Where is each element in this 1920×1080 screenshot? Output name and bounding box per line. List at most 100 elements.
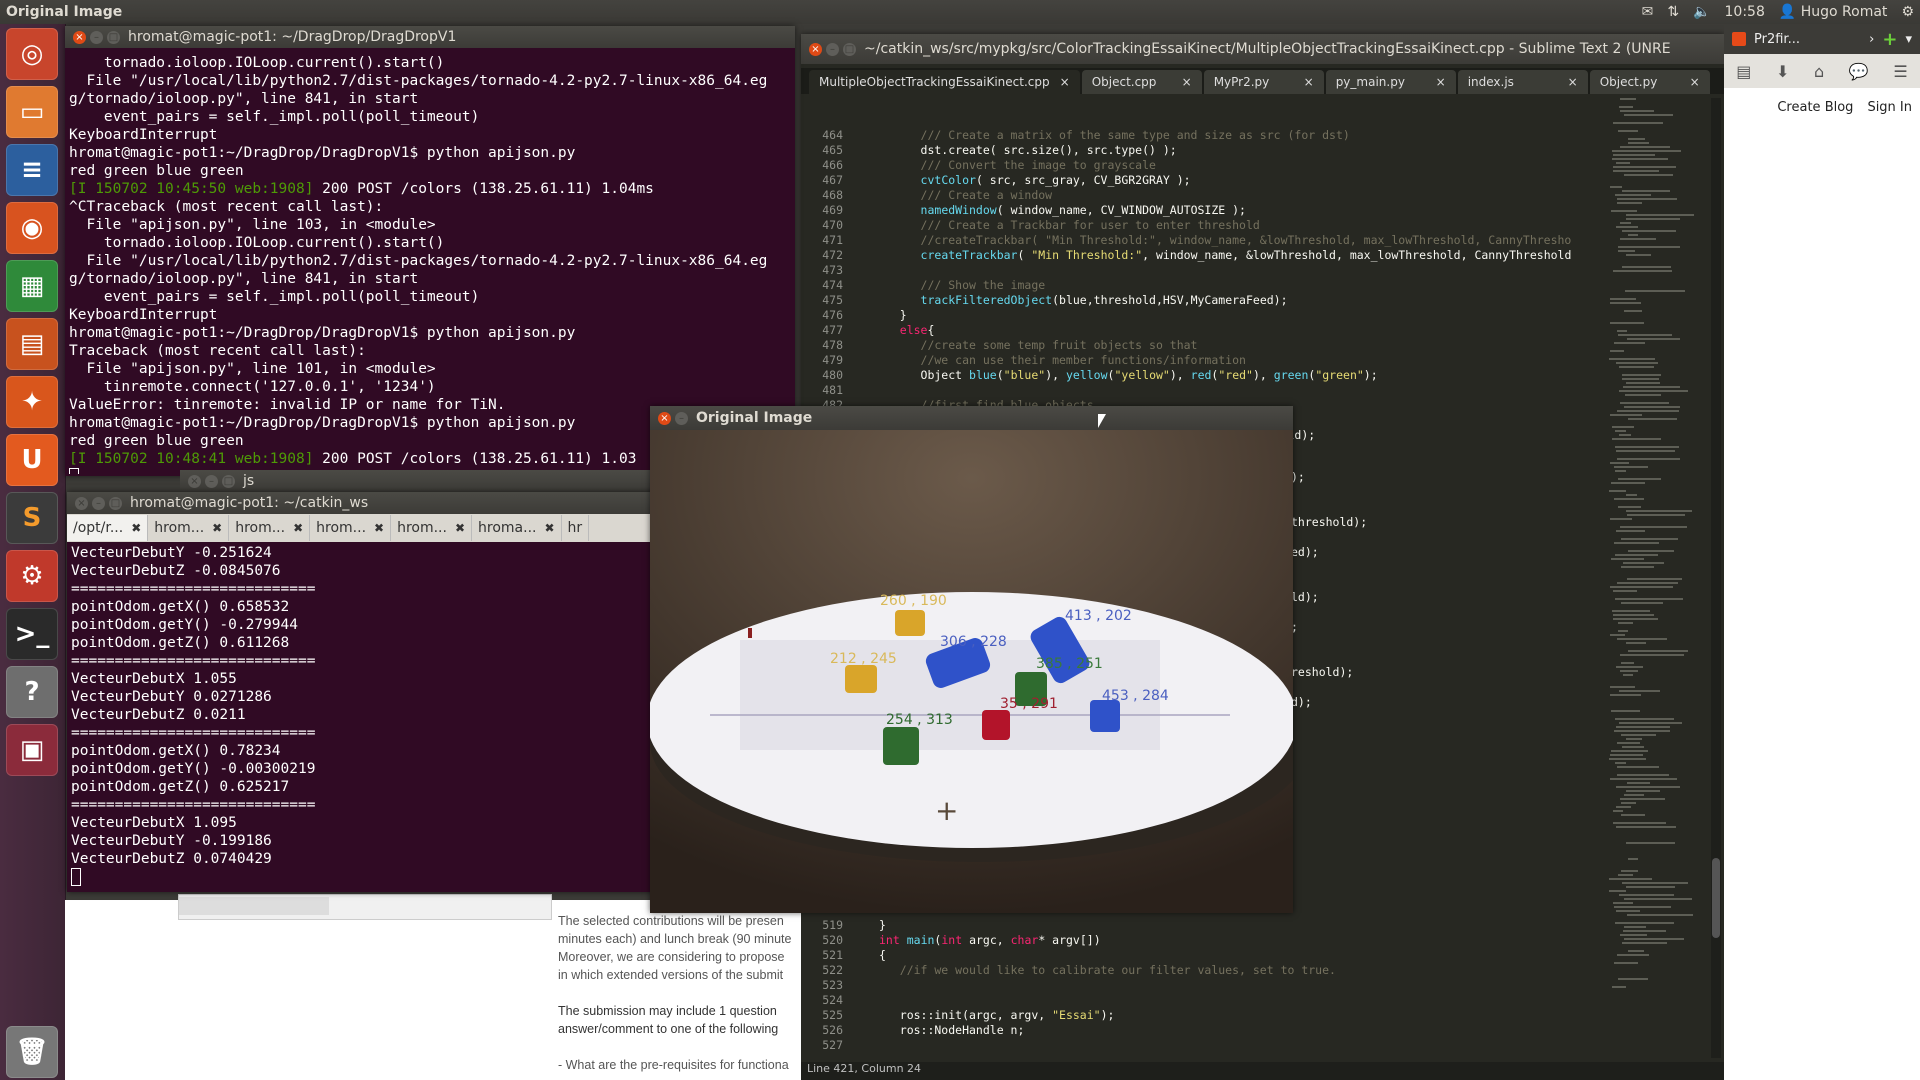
terminal-tab[interactable]: hr bbox=[562, 515, 590, 541]
firefox-icon[interactable]: ◉ bbox=[6, 202, 58, 254]
maximize-icon[interactable]: □ bbox=[109, 496, 122, 510]
document-line: minutes each) and lunch break (90 minute bbox=[558, 932, 792, 946]
user-menu[interactable]: 👤 Hugo Romat bbox=[1779, 4, 1888, 20]
minimize-icon[interactable]: – bbox=[826, 42, 839, 56]
terminal-line: pointOdom.getX() 0.658532 bbox=[71, 599, 290, 615]
clock[interactable]: 10:58 bbox=[1725, 4, 1765, 20]
new-tab-icon[interactable]: + bbox=[1882, 29, 1897, 50]
workspace-switcher-icon[interactable]: ▣ bbox=[6, 724, 58, 776]
minimize-icon[interactable]: – bbox=[90, 30, 103, 44]
menu-icon[interactable]: ☰ bbox=[1893, 62, 1907, 81]
tab-index-js[interactable]: index.js × bbox=[1457, 70, 1588, 94]
close-tab-icon[interactable]: ✖ bbox=[374, 521, 384, 535]
minimap-line bbox=[1609, 358, 1655, 360]
sign-in-link[interactable]: Sign In bbox=[1867, 100, 1912, 115]
browser-tab-title[interactable]: Pr2fir... bbox=[1754, 32, 1800, 47]
close-tab-icon[interactable]: ✖ bbox=[293, 521, 303, 535]
tab-py-main[interactable]: py_main.py × bbox=[1325, 70, 1456, 94]
maximize-icon[interactable]: □ bbox=[107, 30, 120, 44]
network-icon[interactable]: ⇅ bbox=[1667, 4, 1679, 20]
minimap[interactable] bbox=[1605, 98, 1709, 1048]
minimap-line bbox=[1626, 790, 1660, 792]
scrollbar-thumb[interactable] bbox=[179, 897, 329, 915]
minimize-icon[interactable]: – bbox=[92, 496, 105, 510]
log-prefix: [I 150702 10:45:50 web:1908] bbox=[69, 181, 314, 197]
download-icon[interactable]: ⬇ bbox=[1776, 62, 1789, 81]
maximize-icon[interactable]: □ bbox=[843, 42, 856, 56]
tab-list-icon[interactable]: ▾ bbox=[1905, 32, 1912, 47]
help-icon[interactable]: ? bbox=[6, 666, 58, 718]
sublime-text-icon[interactable]: S bbox=[6, 492, 58, 544]
minimap-line bbox=[1611, 710, 1640, 712]
close-icon[interactable]: × bbox=[75, 496, 88, 510]
line-number: 473 bbox=[822, 263, 843, 277]
minimap-line bbox=[1624, 938, 1684, 940]
scrollbar-thumb[interactable] bbox=[1712, 858, 1720, 938]
software-center-icon[interactable]: ✦ bbox=[6, 376, 58, 428]
code-text: } bbox=[879, 308, 907, 322]
js-window-titlebar: × – □ js bbox=[180, 470, 660, 492]
files-icon[interactable]: ▭ bbox=[6, 86, 58, 138]
writer-icon[interactable]: ≡ bbox=[6, 144, 58, 196]
close-tab-icon[interactable]: × bbox=[1060, 75, 1070, 89]
close-tab-icon[interactable]: ✖ bbox=[544, 521, 554, 535]
minimap-line bbox=[1621, 662, 1634, 664]
tab-scroll-right-icon[interactable]: › bbox=[1869, 32, 1874, 47]
minimize-icon[interactable]: – bbox=[675, 411, 688, 425]
close-icon[interactable]: × bbox=[188, 474, 201, 488]
terminal-tab[interactable]: hrom... ✖ bbox=[391, 515, 473, 541]
close-tab-icon[interactable]: × bbox=[1182, 75, 1192, 89]
close-icon[interactable]: × bbox=[809, 42, 822, 56]
terminal-tab[interactable]: hrom... ✖ bbox=[310, 515, 392, 541]
calc-icon[interactable]: ▦ bbox=[6, 260, 58, 312]
bookmarks-icon[interactable]: ▤ bbox=[1736, 62, 1751, 81]
tab-object-py[interactable]: Object.py × bbox=[1589, 70, 1710, 94]
tab-label: MultipleObjectTrackingEssaiKinect.cpp bbox=[819, 75, 1050, 89]
minimize-icon[interactable]: – bbox=[205, 474, 218, 488]
camera-image[interactable]: + 260 , 190 413 , 202 212 , 245 306 , 22… bbox=[650, 430, 1293, 913]
terminal-tab[interactable]: hrom... ✖ bbox=[148, 515, 230, 541]
yellow-object bbox=[845, 665, 877, 693]
ubuntu-one-icon[interactable]: U bbox=[6, 434, 58, 486]
minimap-line bbox=[1615, 554, 1658, 556]
terminal-output[interactable]: VecteurDebutY -0.251624 VecteurDebutZ -0.… bbox=[71, 544, 667, 889]
close-tab-icon[interactable]: × bbox=[1690, 75, 1700, 89]
create-blog-link[interactable]: Create Blog bbox=[1777, 100, 1853, 115]
close-tab-icon[interactable]: ✖ bbox=[455, 521, 465, 535]
tab-object-cpp[interactable]: Object.cpp × bbox=[1081, 70, 1202, 94]
minimap-line bbox=[1627, 914, 1693, 916]
minimap-line bbox=[1617, 742, 1640, 744]
tab-multiple-object-tracking[interactable]: MultipleObjectTrackingEssaiKinect.cpp × bbox=[809, 70, 1080, 94]
terminal-tab[interactable]: hrom... ✖ bbox=[229, 515, 311, 541]
settings-gear-icon[interactable]: ⚙ bbox=[1901, 4, 1914, 20]
editor-scrollbar[interactable] bbox=[1711, 98, 1721, 1058]
minimap-line bbox=[1628, 650, 1688, 652]
close-tab-icon[interactable]: ✖ bbox=[212, 521, 222, 535]
volume-icon[interactable]: 🔈 bbox=[1693, 4, 1710, 20]
red-object bbox=[982, 710, 1010, 740]
close-tab-icon[interactable]: × bbox=[1568, 75, 1578, 89]
chat-icon[interactable]: 💬 bbox=[1849, 62, 1869, 81]
close-tab-icon[interactable]: × bbox=[1436, 75, 1446, 89]
close-tab-icon[interactable]: × bbox=[1304, 75, 1314, 89]
minimap-line bbox=[1628, 418, 1677, 420]
maximize-icon[interactable]: □ bbox=[222, 474, 235, 488]
horizontal-scrollbar[interactable] bbox=[178, 894, 552, 920]
mail-icon[interactable]: ✉ bbox=[1642, 4, 1654, 20]
terminal-tab[interactable]: /opt/r... ✖ bbox=[67, 515, 149, 541]
terminal-tab[interactable]: hroma... ✖ bbox=[472, 515, 562, 541]
code-text: Object blue("blue"), yellow("yellow"), r… bbox=[879, 368, 1378, 382]
minimap-line bbox=[1626, 886, 1675, 888]
tab-label: hrom... bbox=[154, 520, 205, 536]
close-tab-icon[interactable]: ✖ bbox=[131, 521, 141, 535]
dash-home-icon[interactable]: ◎ bbox=[6, 28, 58, 80]
home-icon[interactable]: ⌂ bbox=[1814, 62, 1824, 81]
tab-mypr2[interactable]: MyPr2.py × bbox=[1203, 70, 1324, 94]
impress-icon[interactable]: ▤ bbox=[6, 318, 58, 370]
system-settings-icon[interactable]: ⚙ bbox=[6, 550, 58, 602]
close-icon[interactable]: × bbox=[73, 30, 86, 44]
terminal-icon[interactable]: >_ bbox=[6, 608, 58, 660]
close-icon[interactable]: × bbox=[658, 411, 671, 425]
minimap-line bbox=[1615, 922, 1674, 924]
trash-icon[interactable]: 🗑 bbox=[6, 1026, 58, 1078]
